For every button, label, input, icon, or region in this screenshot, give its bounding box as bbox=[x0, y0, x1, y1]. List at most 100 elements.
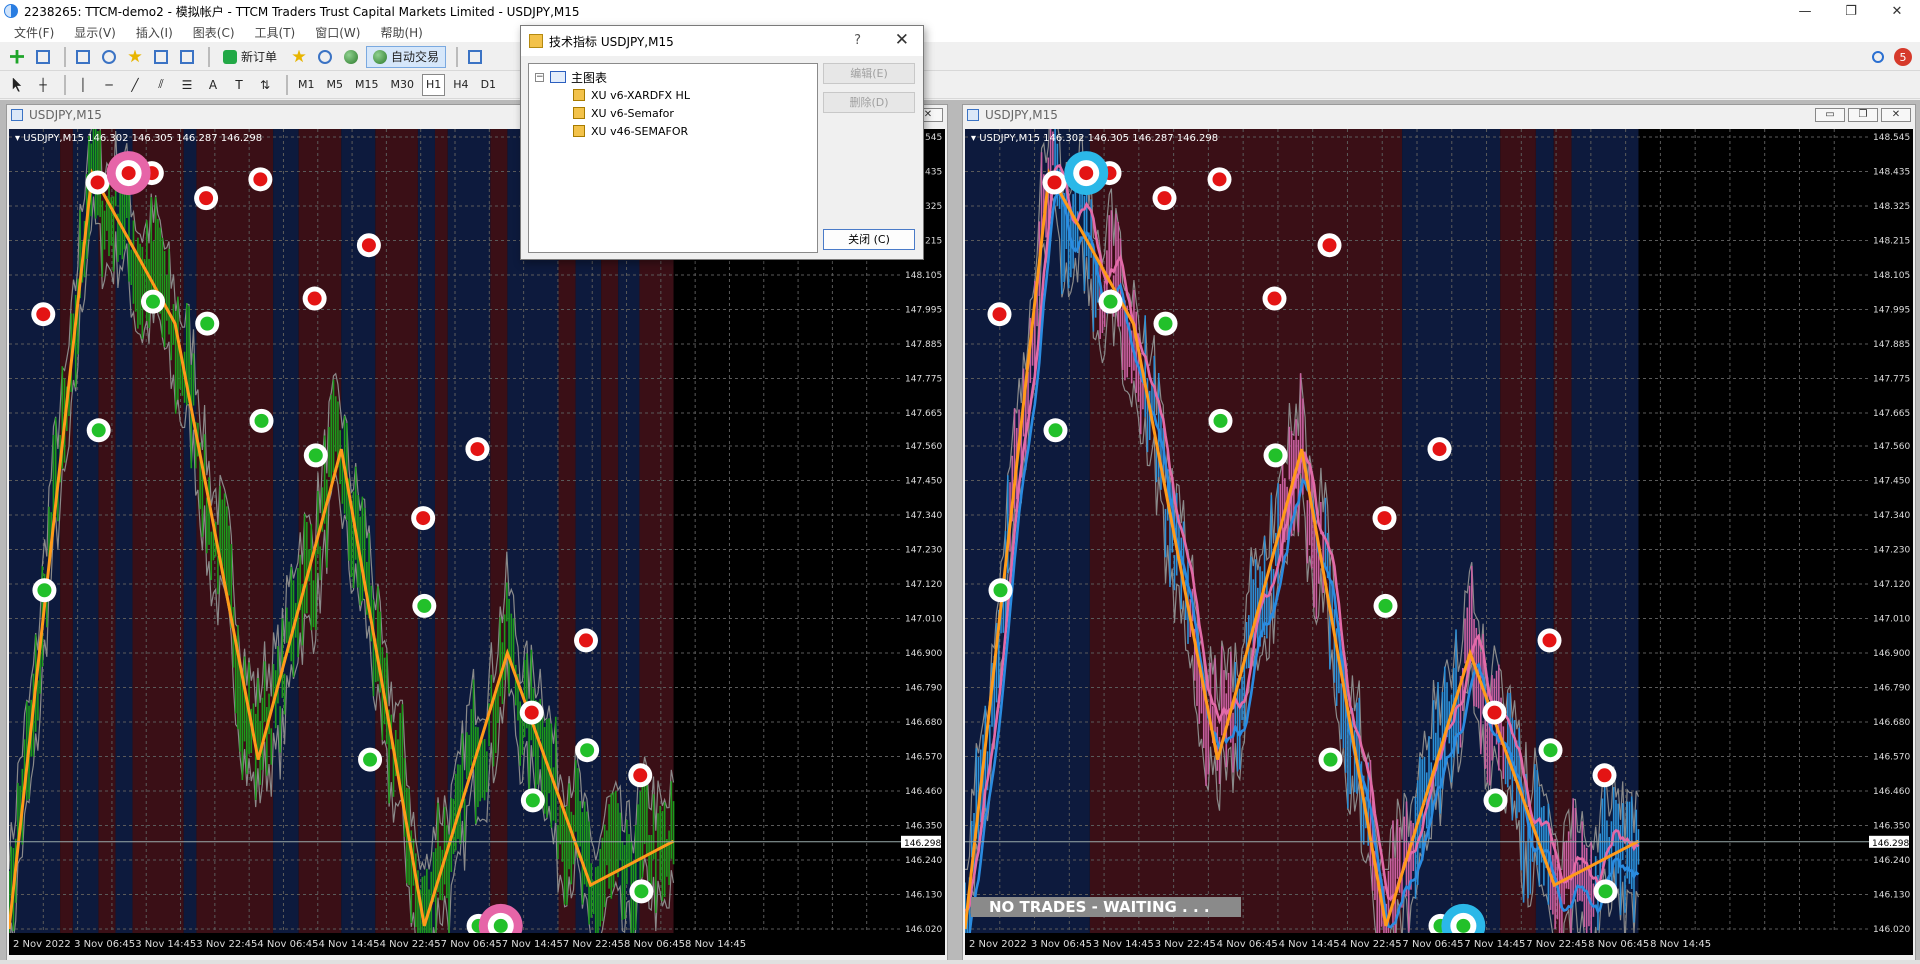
regime-band bbox=[375, 129, 418, 933]
profiles-button[interactable] bbox=[32, 46, 54, 68]
price-tick-label: 147.340 bbox=[905, 511, 942, 521]
horizontal-line-icon: ─ bbox=[105, 77, 113, 92]
drawing-toolbar: ┼ │ ─ ╱ ⫽ ☰ A T ⇅ M1 M5 M15 M30 H1 H4 D1 bbox=[0, 71, 1920, 99]
price-tick-label: 147.775 bbox=[905, 375, 942, 385]
menu-help[interactable]: 帮助(H) bbox=[370, 24, 432, 41]
vertical-line-tool[interactable]: │ bbox=[72, 74, 94, 96]
indicator-tree: − 主图表 XU v6-XARDFX HL XU v6-Semafor XU v… bbox=[528, 63, 818, 253]
timeframe-m30[interactable]: M30 bbox=[387, 74, 419, 96]
price-tick-label: 148.105 bbox=[905, 271, 942, 281]
tree-item-xardfx[interactable]: XU v6-XARDFX HL bbox=[535, 86, 811, 104]
regime-band bbox=[183, 129, 197, 933]
horizontal-line-tool[interactable]: ─ bbox=[98, 74, 120, 96]
signals-button[interactable] bbox=[314, 46, 336, 68]
dialog-close-button[interactable]: 关闭 (C) bbox=[823, 229, 915, 250]
close-window-button[interactable]: ✕ bbox=[1874, 0, 1920, 22]
chart-minimize-button[interactable]: ▭ bbox=[1815, 108, 1845, 122]
data-window-button[interactable] bbox=[98, 46, 120, 68]
tree-item-semafor[interactable]: XU v6-Semafor bbox=[535, 104, 811, 122]
price-chart-right[interactable]: 148.545 148.435 148.325 148.215 148.105 147.9… bbox=[965, 129, 1913, 955]
price-tick-label: 148.215 bbox=[1873, 237, 1910, 247]
price-tick-label: 147.230 bbox=[905, 545, 942, 555]
low-marker bbox=[1213, 413, 1228, 428]
menu-window[interactable]: 窗口(W) bbox=[305, 24, 370, 41]
auto-trading-button[interactable]: 自动交易 bbox=[366, 45, 447, 68]
tree-item-semafor-46[interactable]: XU v46-SEMAFOR bbox=[535, 122, 811, 140]
timeframe-m1[interactable]: M1 bbox=[294, 74, 319, 96]
menu-charts[interactable]: 图表(C) bbox=[183, 24, 245, 41]
globe-icon bbox=[344, 49, 359, 64]
trendline-tool[interactable]: ╱ bbox=[124, 74, 146, 96]
time-tick-label: 4 Nov 14:45 bbox=[318, 939, 379, 950]
fibonacci-tool[interactable]: ☰ bbox=[176, 74, 198, 96]
low-marker bbox=[91, 423, 106, 438]
price-tick-label: 147.775 bbox=[1873, 375, 1910, 385]
bar-chart-button[interactable] bbox=[464, 46, 486, 68]
strategy-tester-button[interactable] bbox=[176, 46, 198, 68]
search-icon[interactable] bbox=[1872, 51, 1884, 63]
chart-close-button[interactable]: ✕ bbox=[1881, 108, 1911, 122]
high-marker bbox=[470, 442, 485, 457]
menu-tools[interactable]: 工具(T) bbox=[245, 24, 306, 41]
app-logo-icon bbox=[4, 4, 18, 18]
price-tick-label: 146.570 bbox=[1873, 752, 1910, 762]
minimize-button[interactable]: — bbox=[1782, 0, 1828, 22]
text-tool[interactable]: A bbox=[202, 74, 224, 96]
chart-window-right[interactable]: USDJPY,M15 ▭ ❐ ✕ 148.545 148.435 148.325 14… bbox=[962, 104, 1916, 964]
high-marker bbox=[992, 307, 1007, 322]
timeframe-d1[interactable]: D1 bbox=[477, 74, 500, 96]
swing-high-dot bbox=[121, 166, 136, 181]
trendline-icon: ╱ bbox=[131, 77, 139, 92]
main-chart-icon bbox=[550, 71, 566, 83]
new-order-icon bbox=[223, 49, 237, 64]
low-marker bbox=[1103, 294, 1118, 309]
price-tick-label: 148.105 bbox=[1873, 271, 1910, 281]
low-marker bbox=[254, 413, 269, 428]
timeframe-h1[interactable]: H1 bbox=[422, 73, 446, 96]
tree-root-label: 主图表 bbox=[571, 70, 608, 85]
timeframe-m5[interactable]: M5 bbox=[323, 74, 348, 96]
price-tick-label: 147.885 bbox=[1873, 340, 1910, 350]
high-marker bbox=[1432, 442, 1447, 457]
text-label-icon: T bbox=[235, 77, 243, 92]
chart-maximize-button[interactable]: ❐ bbox=[1848, 108, 1878, 122]
price-tick-label: 146.460 bbox=[1873, 787, 1910, 797]
tree-root[interactable]: − 主图表 bbox=[535, 68, 811, 86]
time-tick-label: 8 Nov 14:45 bbox=[1650, 939, 1711, 950]
new-chart-button[interactable] bbox=[6, 46, 28, 68]
low-marker bbox=[1488, 793, 1503, 808]
cursor-tool[interactable] bbox=[6, 74, 28, 96]
navigator-button[interactable] bbox=[124, 46, 146, 68]
menu-file[interactable]: 文件(F) bbox=[4, 24, 64, 41]
metaeditor-button[interactable] bbox=[288, 46, 310, 68]
channel-tool[interactable]: ⫽ bbox=[150, 74, 172, 96]
new-order-button[interactable]: 新订单 bbox=[216, 46, 284, 68]
help-button[interactable]: ? bbox=[854, 33, 861, 48]
time-tick-label: 3 Nov 06:45 bbox=[74, 939, 135, 950]
menu-insert[interactable]: 插入(I) bbox=[126, 24, 183, 41]
price-tick-label: 146.790 bbox=[1873, 683, 1910, 693]
app-title-bar: 2238265: TTCM-demo2 - 模拟帐户 - TTCM Trader… bbox=[0, 0, 1920, 22]
price-tick-label: 148.545 bbox=[1873, 133, 1910, 143]
low-marker bbox=[993, 583, 1008, 598]
menu-bar: 文件(F) 显示(V) 插入(I) 图表(C) 工具(T) 窗口(W) 帮助(H… bbox=[0, 22, 1920, 42]
collapse-icon[interactable]: − bbox=[535, 72, 544, 82]
chart-window-title-text: USDJPY,M15 bbox=[985, 108, 1058, 122]
delete-button[interactable]: 删除(D) bbox=[823, 92, 915, 113]
text-label-tool[interactable]: T bbox=[228, 74, 250, 96]
edit-button[interactable]: 编辑(E) bbox=[823, 63, 915, 84]
dialog-close-icon[interactable]: ✕ bbox=[895, 30, 909, 50]
restore-button[interactable]: ❐ bbox=[1828, 0, 1874, 22]
timeframe-m15[interactable]: M15 bbox=[351, 74, 383, 96]
high-marker bbox=[1487, 705, 1502, 720]
time-tick-label: 4 Nov 06:45 bbox=[1217, 939, 1278, 950]
menu-view[interactable]: 显示(V) bbox=[64, 24, 126, 41]
market-watch-button[interactable] bbox=[72, 46, 94, 68]
terminal-button[interactable] bbox=[150, 46, 172, 68]
crosshair-tool[interactable]: ┼ bbox=[32, 74, 54, 96]
notification-badge[interactable]: 5 bbox=[1894, 48, 1912, 66]
timeframe-h4[interactable]: H4 bbox=[449, 74, 472, 96]
vps-button[interactable] bbox=[340, 46, 362, 68]
arrows-tool[interactable]: ⇅ bbox=[254, 74, 276, 96]
chart-window-icon bbox=[967, 109, 979, 121]
